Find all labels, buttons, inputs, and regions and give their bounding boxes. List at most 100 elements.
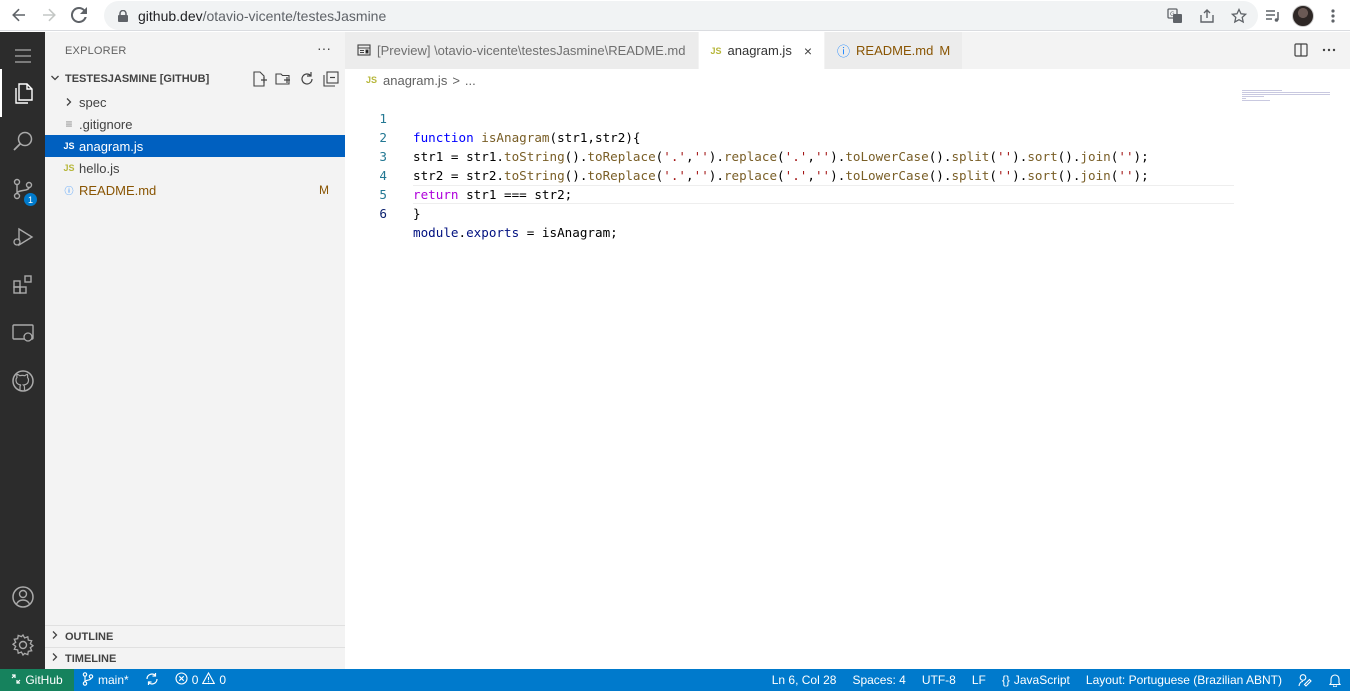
bookmark-star-icon[interactable] — [1228, 5, 1250, 27]
code-line-4: 4 return str1 === str2; — [345, 147, 1350, 202]
explorer-files-icon[interactable] — [0, 69, 45, 117]
breadcrumb-separator: > — [452, 72, 460, 88]
preview-icon — [357, 43, 371, 59]
error-icon — [175, 672, 188, 688]
braces-icon: {} — [1001, 673, 1010, 687]
outline-panel-header[interactable]: OUTLINE — [45, 625, 345, 647]
tree-item-readme[interactable]: ⓘ README.md M — [45, 179, 345, 201]
explorer-sidebar: EXPLORER ··· TESTESJASMINE [GITHUB] spec… — [45, 32, 345, 669]
more-actions-icon[interactable]: ··· — [317, 40, 331, 56]
tree-item-hello-js[interactable]: JS hello.js — [45, 157, 345, 179]
split-editor-icon[interactable] — [1294, 43, 1308, 60]
breadcrumb: JS anagram.js > ... — [366, 71, 476, 89]
line-number: 6 — [379, 206, 387, 221]
language-label: JavaScript — [1013, 673, 1070, 687]
workspace-root-header[interactable]: TESTESJASMINE [GITHUB] — [45, 68, 345, 90]
activity-bar: 1 — [0, 32, 45, 669]
share-icon[interactable] — [1196, 5, 1218, 27]
breadcrumb-rest[interactable]: ... — [465, 73, 476, 88]
source-control-icon[interactable]: 1 — [0, 165, 45, 213]
tab-readme[interactable]: ⓘ README.md M — [825, 32, 964, 69]
tab-anagram-js[interactable]: JS anagram.js × — [698, 32, 826, 69]
more-actions-icon[interactable] — [1322, 43, 1336, 60]
github-icon[interactable] — [0, 357, 45, 405]
sync-button[interactable] — [137, 669, 167, 691]
new-folder-icon[interactable] — [275, 71, 291, 87]
lock-icon — [116, 9, 130, 23]
cursor-position[interactable]: Ln 6, Col 28 — [764, 669, 845, 691]
keyboard-layout[interactable]: Layout: Portuguese (Brazilian ABNT) — [1078, 669, 1290, 691]
git-modified-badge: M — [319, 183, 329, 197]
reload-icon[interactable] — [64, 0, 94, 30]
minimap[interactable] — [1242, 90, 1332, 104]
chevron-down-icon — [45, 73, 65, 86]
browser-menu-icon[interactable] — [1322, 5, 1344, 27]
indentation[interactable]: Spaces: 4 — [844, 669, 913, 691]
settings-gear-icon[interactable] — [0, 621, 45, 669]
translate-icon[interactable]: G — [1164, 5, 1186, 27]
end-of-line[interactable]: LF — [964, 669, 994, 691]
profile-avatar[interactable] — [1292, 4, 1314, 27]
javascript-file-icon: JS — [63, 163, 75, 173]
branch-indicator[interactable]: main* — [74, 669, 137, 691]
timeline-label: TIMELINE — [65, 652, 117, 665]
notifications-bell-icon[interactable] — [1320, 669, 1350, 691]
tab-readme-preview[interactable]: [Preview] \otavio-vicente\testesJasmine\… — [345, 32, 699, 69]
git-modified-badge: M — [939, 43, 951, 58]
accounts-icon[interactable] — [0, 573, 45, 621]
timeline-panel-header[interactable]: TIMELINE — [45, 647, 345, 669]
feedback-icon[interactable] — [1290, 669, 1320, 691]
tree-item-label: hello.js — [79, 160, 120, 176]
back-arrow-icon[interactable] — [4, 0, 34, 30]
scm-count-badge: 1 — [24, 193, 37, 206]
tab-label: [Preview] \otavio-vicente\testesJasmine\… — [377, 43, 686, 58]
code-line-1: 1 function isAnagram(str1,str2){ — [345, 90, 1350, 145]
url-text: github.dev/otavio-vicente/testesJasmine — [138, 7, 387, 24]
code-line-6: 6 module.exports = isAnagram; — [345, 185, 1350, 240]
status-bar: GitHub main* 0 0 Ln 6, Col 28 Spaces: 4 … — [0, 669, 1350, 691]
chevron-right-icon — [45, 652, 65, 665]
new-file-icon[interactable] — [251, 71, 267, 87]
media-playlist-icon[interactable] — [1262, 5, 1284, 27]
svg-text:G: G — [1170, 11, 1175, 18]
tree-item-spec[interactable]: spec — [45, 91, 345, 113]
search-icon[interactable] — [0, 117, 45, 165]
chevron-right-icon — [61, 97, 77, 107]
branch-label: main* — [98, 673, 129, 687]
outline-label: OUTLINE — [65, 630, 114, 643]
tree-item-label: .gitignore — [79, 116, 133, 132]
workspace-root-label: TESTESJASMINE [GITHUB] — [65, 73, 210, 85]
sidebar-title: EXPLORER — [65, 45, 127, 57]
warning-count: 0 — [219, 673, 227, 687]
javascript-file-icon: JS — [366, 75, 378, 85]
tree-item-label: anagram.js — [79, 138, 144, 154]
info-file-icon: ⓘ — [837, 44, 851, 59]
sync-icon — [145, 672, 159, 689]
tree-item-gitignore[interactable]: ≡ .gitignore — [45, 113, 345, 135]
remote-explorer-icon[interactable] — [0, 309, 45, 357]
git-branch-icon — [82, 671, 94, 689]
file-encoding[interactable]: UTF-8 — [914, 669, 964, 691]
forward-arrow-icon[interactable] — [34, 0, 64, 30]
breadcrumb-file[interactable]: anagram.js — [383, 73, 447, 88]
tab-label: README.md — [856, 43, 934, 58]
collapse-all-icon[interactable] — [323, 71, 339, 87]
code-editor[interactable]: 1 function isAnagram(str1,str2){ 2 str1 … — [345, 90, 1350, 668]
language-mode[interactable]: {} JavaScript — [994, 669, 1078, 691]
extensions-icon[interactable] — [0, 261, 45, 309]
warning-icon — [202, 671, 216, 688]
editor-tabs: [Preview] \otavio-vicente\testesJasmine\… — [345, 32, 1350, 69]
javascript-file-icon: JS — [710, 45, 722, 56]
problems-indicator[interactable]: 0 0 — [167, 669, 234, 691]
address-bar[interactable]: github.dev/otavio-vicente/testesJasmine … — [104, 1, 1258, 30]
remote-indicator[interactable]: GitHub — [0, 669, 74, 691]
tree-item-anagram-js[interactable]: JS anagram.js — [45, 135, 345, 157]
remote-icon — [11, 673, 21, 687]
code-line-3: 3 str2 = str2.toString().toReplace('.','… — [345, 128, 1350, 183]
close-icon[interactable]: × — [804, 43, 812, 59]
tree-item-label: README.md — [79, 182, 157, 198]
refresh-icon[interactable] — [299, 71, 315, 87]
browser-toolbar: github.dev/otavio-vicente/testesJasmine … — [0, 0, 1350, 31]
run-debug-icon[interactable] — [0, 213, 45, 261]
file-lines-icon: ≡ — [65, 117, 73, 131]
